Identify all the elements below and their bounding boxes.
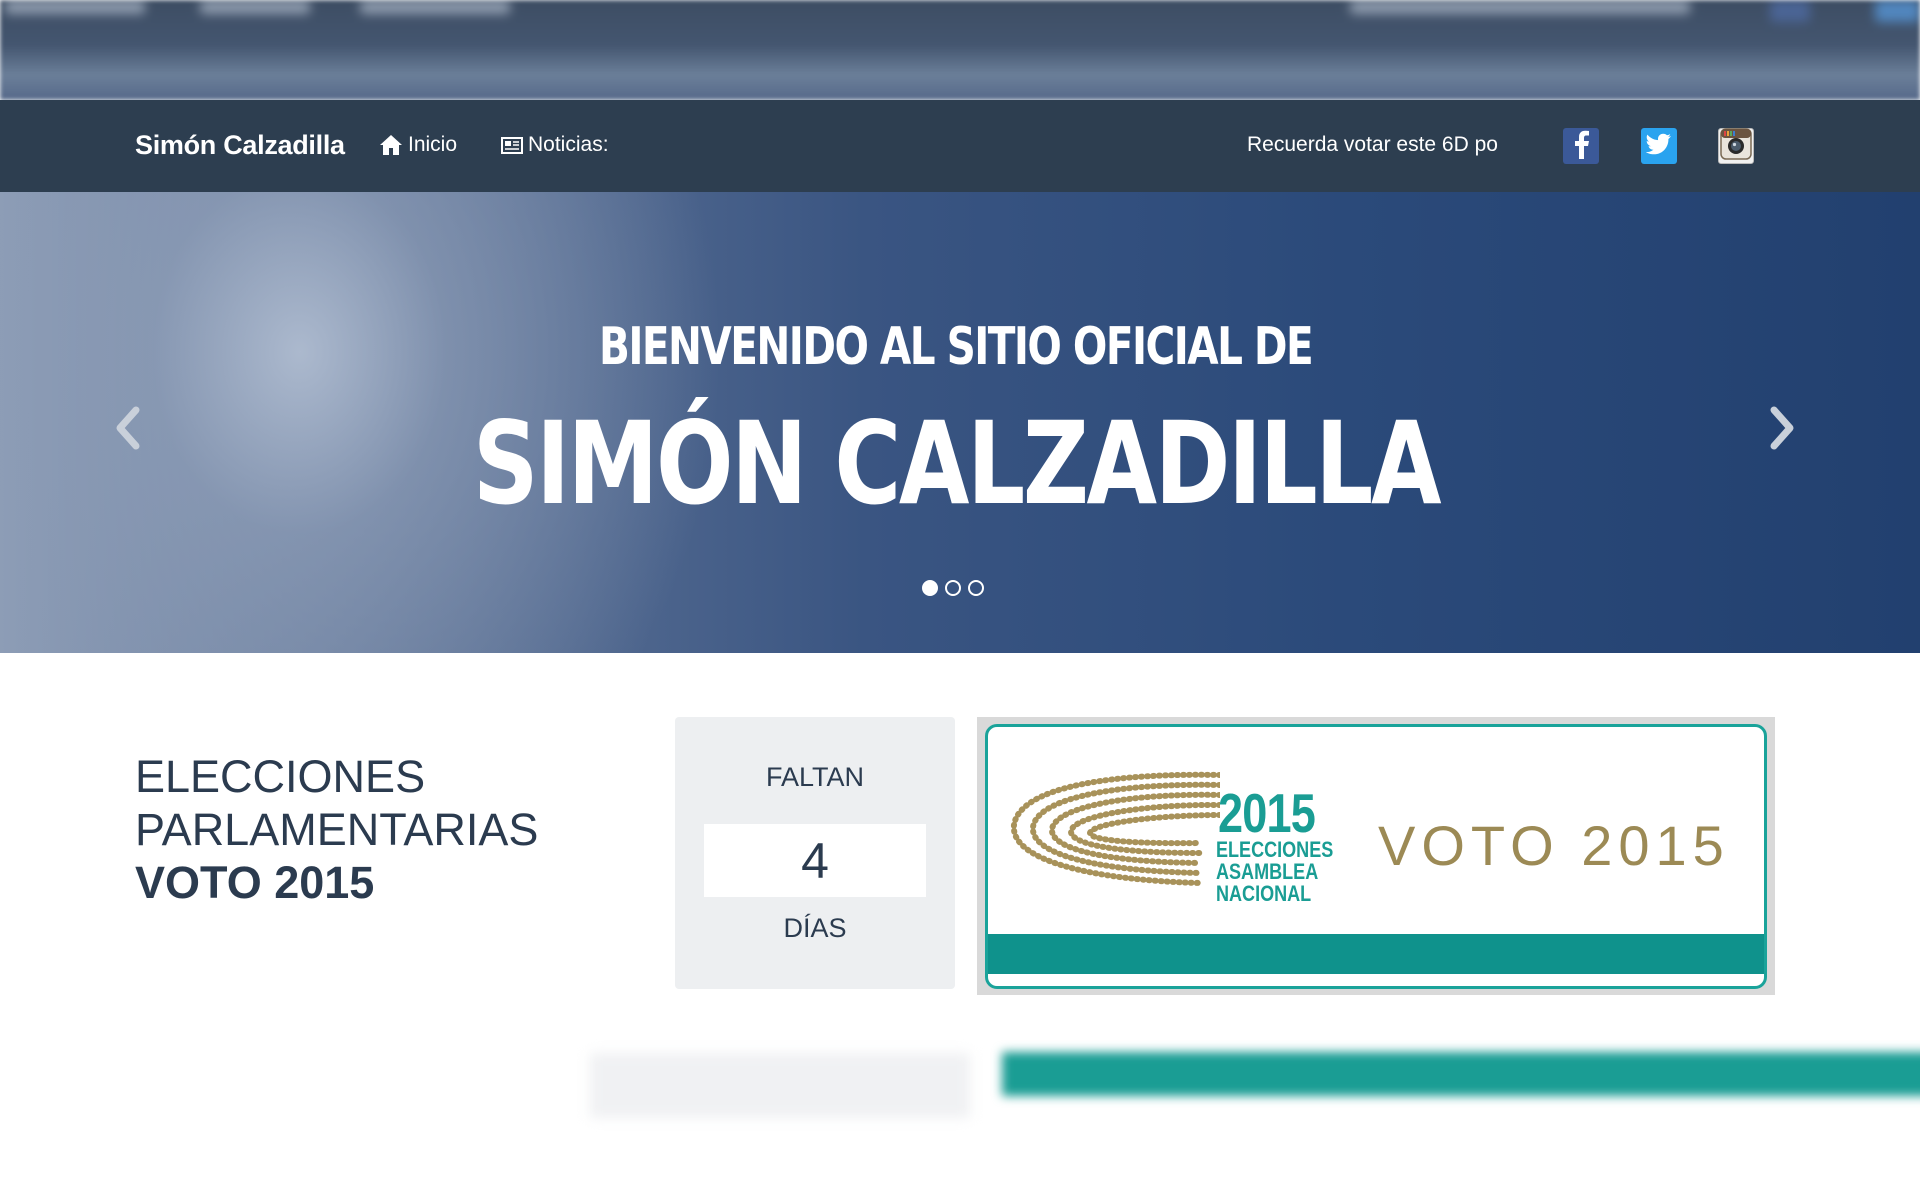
main-navbar: Simón Calzadilla Inicio Noticias: Recuer… [0,100,1920,192]
news-ticker[interactable]: Recuerda votar este 6D po [1247,133,1499,161]
instagram-icon [1720,127,1752,165]
newspaper-icon [501,136,523,154]
countdown-label-top: FALTAN [765,762,865,792]
banner-subtitle-line: NACIONAL [1216,881,1312,906]
nav-item-inicio[interactable]: Inicio [379,133,457,157]
carousel-next-button[interactable] [1762,400,1802,460]
nav-item-label: Inicio [408,133,458,156]
countdown-value: 4 [704,824,926,897]
election-heading: ELECCIONES PARLAMENTARIAS VOTO 2015 [135,750,538,909]
twitter-icon [1645,133,1672,160]
banner-year: 2015 [1218,782,1316,844]
nav-item-noticias[interactable]: Noticias: [501,133,609,157]
blurred-banner [1002,1052,1920,1096]
brand-link[interactable]: Simón Calzadilla [135,130,345,161]
election-banner[interactable]: 2015 ELECCIONES ASAMBLEA NACIONAL VOTO 2… [977,717,1775,995]
banner-voto-text: VOTO 2015 [1378,814,1730,877]
hero-carousel: BIENVENIDO AL SITIO OFICIAL DE SIMÓN CAL… [0,192,1920,653]
carousel-indicator[interactable] [968,580,984,596]
hero-title: SIMÓN CALZADILLA [472,397,1442,530]
countdown-panel: FALTAN 4 DÍAS [675,717,955,989]
countdown-label-bottom: DÍAS [783,913,847,943]
election-heading-line: ELECCIONES [135,751,426,802]
blurred-top-bar [0,0,1920,100]
carousel-prev-button[interactable] [108,400,148,460]
twitter-button[interactable] [1641,128,1677,164]
hero-subtitle: BIENVENIDO AL SITIO OFICIAL DE [599,317,1314,377]
banner-subtitle-line: ASAMBLEA [1216,859,1319,884]
carousel-indicator[interactable] [922,580,938,596]
blurred-panel [590,1053,970,1118]
facebook-icon [1570,129,1592,164]
banner-subtitle-line: ELECCIONES [1216,837,1334,862]
carousel-indicators [922,580,984,596]
banner-subtitle: ELECCIONES ASAMBLEA NACIONAL [1216,839,1333,905]
election-heading-strong: VOTO 2015 [135,857,375,908]
carousel-indicator[interactable] [945,580,961,596]
parliament-logo-icon [1000,765,1223,900]
chevron-left-icon [113,406,143,455]
banner-stripe [988,934,1764,974]
nav-item-label: Noticias: [528,133,609,156]
home-icon [379,134,403,156]
facebook-button[interactable] [1563,128,1599,164]
election-heading-line: PARLAMENTARIAS [135,804,539,855]
instagram-button[interactable] [1718,127,1754,165]
banner-frame: 2015 ELECCIONES ASAMBLEA NACIONAL VOTO 2… [985,724,1767,989]
chevron-right-icon [1767,406,1797,455]
